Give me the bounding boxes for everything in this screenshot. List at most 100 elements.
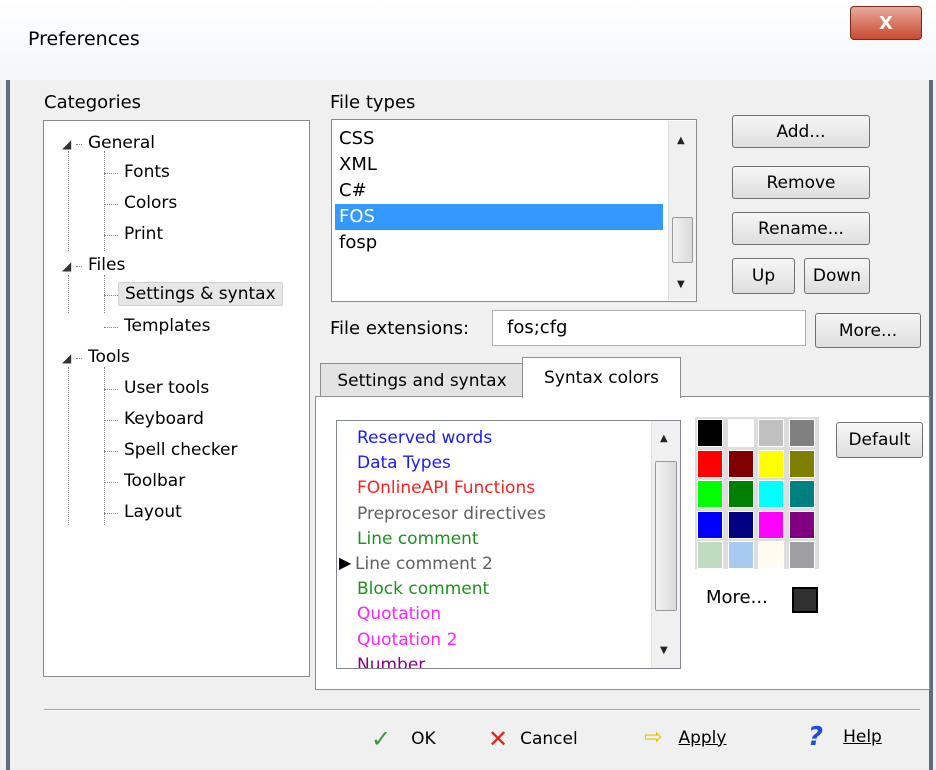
scroll-thumb[interactable] bbox=[655, 461, 677, 611]
scroll-down-icon[interactable]: ▼ bbox=[660, 645, 668, 656]
tree-guide bbox=[68, 367, 69, 525]
more-extensions-button[interactable]: More... bbox=[815, 313, 921, 348]
color-swatch[interactable] bbox=[758, 419, 784, 447]
tree-item-spell-checker[interactable]: Spell checker bbox=[124, 440, 238, 460]
syntax-element-item[interactable]: Quotation 2 bbox=[357, 627, 457, 653]
help-button[interactable]: ? Help bbox=[808, 722, 882, 752]
tree-item-templates[interactable]: Templates bbox=[124, 316, 210, 336]
tree-item-user-tools[interactable]: User tools bbox=[124, 378, 209, 398]
scroll-up-icon[interactable]: ▲ bbox=[660, 433, 668, 444]
color-swatch[interactable] bbox=[788, 449, 815, 478]
scroll-thumb[interactable] bbox=[672, 217, 693, 263]
color-swatch[interactable] bbox=[727, 419, 754, 447]
syntax-element-item[interactable]: Data Types bbox=[357, 450, 451, 476]
cancel-x-icon: ✕ bbox=[488, 725, 509, 753]
tree-item-colors[interactable]: Colors bbox=[124, 193, 177, 213]
color-swatch[interactable] bbox=[697, 510, 723, 539]
current-color-swatch[interactable] bbox=[792, 587, 818, 613]
checkmark-icon: ✓ bbox=[371, 725, 392, 753]
tree-guide bbox=[104, 235, 118, 236]
file-type-item[interactable]: CSS bbox=[335, 126, 663, 152]
file-extensions-input[interactable]: fos;cfg bbox=[492, 310, 806, 346]
cancel-button[interactable]: ✕ Cancel bbox=[488, 725, 578, 753]
tree-item-toolbar[interactable]: Toolbar bbox=[124, 471, 185, 491]
syntax-element-item[interactable]: FOnlineAPI Functions bbox=[357, 475, 535, 501]
tab-syntax-colors[interactable]: Syntax colors bbox=[522, 357, 681, 398]
tree-guide bbox=[104, 513, 118, 514]
syntax-scrollbar[interactable]: ▲ ▼ bbox=[651, 421, 680, 668]
color-swatch[interactable] bbox=[758, 541, 784, 569]
file-type-item[interactable]: C# bbox=[335, 178, 663, 204]
file-type-item[interactable]: FOS bbox=[335, 204, 663, 230]
tree-item-print[interactable]: Print bbox=[124, 224, 163, 244]
syntax-element-item[interactable]: Line comment bbox=[357, 526, 479, 552]
color-swatch[interactable] bbox=[788, 480, 815, 508]
color-swatch[interactable] bbox=[697, 449, 723, 478]
color-swatch[interactable] bbox=[727, 449, 754, 478]
tree-item-fonts[interactable]: Fonts bbox=[124, 162, 170, 182]
ok-button[interactable]: ✓ OK bbox=[371, 725, 436, 753]
syntax-element-item[interactable]: Preprocesor directives bbox=[357, 501, 546, 527]
cancel-label: Cancel bbox=[520, 729, 578, 749]
tree-item-layout[interactable]: Layout bbox=[124, 502, 182, 522]
color-swatch[interactable] bbox=[758, 480, 784, 508]
color-swatch[interactable] bbox=[758, 449, 784, 478]
color-swatch[interactable] bbox=[697, 419, 723, 447]
syntax-element-item[interactable]: Block comment bbox=[357, 576, 489, 602]
preferences-window: Preferences X Categories ◢ General Fonts Co… bbox=[0, 0, 936, 770]
scroll-up-icon[interactable]: ▲ bbox=[677, 135, 685, 146]
syntax-element-item[interactable]: Number bbox=[357, 652, 425, 668]
down-button[interactable]: Down bbox=[804, 258, 870, 294]
file-type-item[interactable]: fosp bbox=[335, 230, 663, 256]
tree-item-general[interactable]: General bbox=[88, 133, 155, 153]
tree-guide bbox=[104, 482, 118, 483]
syntax-colors-panel: Reserved words Data Types FOnlineAPI Funct… bbox=[315, 396, 930, 690]
color-swatch[interactable] bbox=[788, 541, 815, 569]
default-button[interactable]: Default bbox=[836, 422, 923, 458]
apply-button[interactable]: ⇨ Apply bbox=[644, 725, 726, 750]
tree-guide bbox=[104, 204, 118, 205]
tree-guide bbox=[104, 367, 105, 525]
color-swatch[interactable] bbox=[727, 510, 754, 539]
tree-guide bbox=[76, 358, 82, 359]
color-swatch[interactable] bbox=[758, 510, 784, 539]
color-swatch[interactable] bbox=[788, 510, 815, 539]
color-swatch[interactable] bbox=[727, 541, 754, 569]
question-icon: ? bbox=[808, 722, 824, 752]
tree-guide bbox=[104, 451, 118, 452]
tree-guide bbox=[104, 173, 118, 174]
tree-expand-icon[interactable]: ◢ bbox=[62, 259, 71, 273]
color-swatch[interactable] bbox=[788, 419, 815, 447]
tree-expand-icon[interactable]: ◢ bbox=[62, 137, 71, 151]
tree-item-keyboard[interactable]: Keyboard bbox=[124, 409, 204, 429]
file-types-list[interactable]: CSS XML C# FOS fosp ▲ ▼ bbox=[331, 119, 697, 302]
tree-item-files[interactable]: Files bbox=[88, 255, 125, 275]
syntax-element-item[interactable]: Reserved words bbox=[357, 425, 492, 451]
syntax-element-item[interactable]: Quotation bbox=[357, 601, 441, 627]
rename-button[interactable]: Rename... bbox=[732, 212, 870, 245]
file-types-scrollbar[interactable]: ▲ ▼ bbox=[668, 121, 696, 300]
up-button[interactable]: Up bbox=[732, 258, 795, 294]
tree-guide bbox=[104, 420, 118, 421]
tree-item-tools[interactable]: Tools bbox=[88, 347, 130, 367]
syntax-elements-list[interactable]: Reserved words Data Types FOnlineAPI Funct… bbox=[336, 420, 681, 669]
categories-tree: ◢ General Fonts Colors Print ◢ Files Settings &… bbox=[43, 120, 310, 677]
tree-item-settings-syntax[interactable]: Settings & syntax bbox=[118, 282, 283, 306]
remove-button[interactable]: Remove bbox=[732, 166, 870, 199]
color-swatch[interactable] bbox=[697, 480, 723, 508]
file-type-item[interactable]: XML bbox=[335, 152, 663, 178]
tab-settings-and-syntax[interactable]: Settings and syntax bbox=[320, 363, 524, 397]
more-colors-label[interactable]: More... bbox=[706, 587, 768, 608]
close-icon: X bbox=[879, 12, 893, 34]
tree-guide bbox=[104, 151, 105, 251]
add-button[interactable]: Add... bbox=[732, 115, 870, 148]
close-button[interactable]: X bbox=[850, 6, 922, 40]
scroll-down-icon[interactable]: ▼ bbox=[677, 279, 685, 290]
tree-expand-icon[interactable]: ◢ bbox=[62, 351, 71, 365]
current-item-marker-icon: ▶ bbox=[339, 553, 352, 572]
syntax-element-item[interactable]: Line comment 2 bbox=[355, 551, 493, 577]
color-swatch[interactable] bbox=[727, 480, 754, 508]
color-swatch[interactable] bbox=[697, 541, 723, 569]
tree-guide bbox=[76, 266, 82, 267]
help-label: Help bbox=[843, 727, 882, 747]
